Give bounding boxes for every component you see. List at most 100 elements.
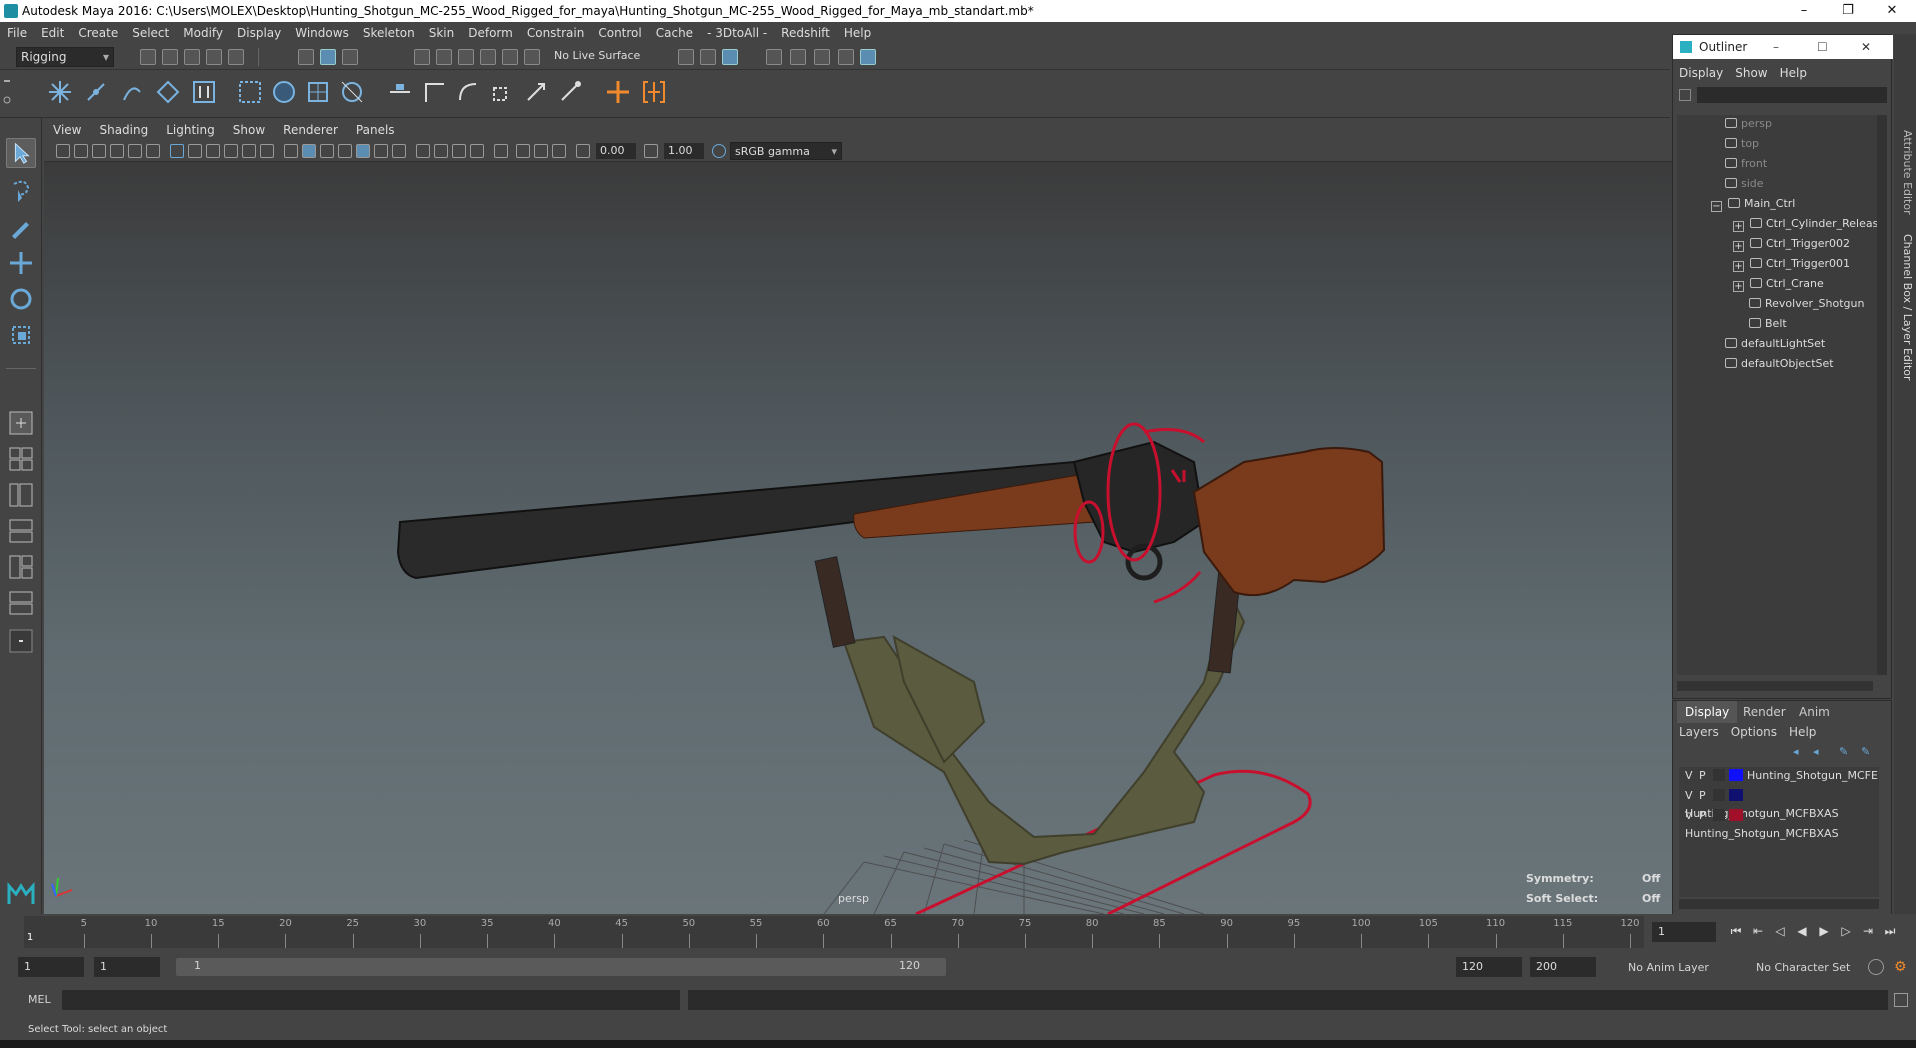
auto-key-icon[interactable] bbox=[1868, 959, 1884, 975]
shadows-icon[interactable] bbox=[392, 144, 406, 158]
outliner-menu-help[interactable]: Help bbox=[1774, 63, 1813, 83]
outliner-item[interactable]: + Ctrl_Trigger001 bbox=[1733, 255, 1850, 273]
character-set-dropdown[interactable]: No Character Set bbox=[1756, 961, 1850, 974]
save-scene-icon[interactable] bbox=[184, 49, 200, 65]
step-forward-key-icon[interactable]: ⇥ bbox=[1860, 924, 1876, 940]
menu-cache[interactable]: Cache bbox=[649, 22, 700, 44]
outliner-item[interactable]: side bbox=[1725, 175, 1764, 193]
orient-constraint-icon[interactable] bbox=[454, 78, 482, 106]
outliner-item[interactable]: Revolver_Shotgun bbox=[1749, 295, 1864, 313]
move-layer-down-icon[interactable]: ◂ bbox=[1813, 745, 1819, 758]
color-management-icon[interactable] bbox=[712, 144, 726, 158]
lasso-tool-icon[interactable] bbox=[6, 176, 36, 206]
layout-options-icon[interactable] bbox=[6, 626, 36, 656]
grid-icon[interactable] bbox=[170, 144, 184, 158]
resolution-gate-icon[interactable] bbox=[206, 144, 220, 158]
outliner-menu-display[interactable]: Display bbox=[1673, 63, 1729, 83]
parent-constraint-icon[interactable] bbox=[522, 78, 550, 106]
outliner-filter-icon[interactable] bbox=[1679, 89, 1691, 101]
outliner-expand-toggle[interactable]: + bbox=[1733, 221, 1744, 232]
select-object-icon[interactable] bbox=[320, 49, 336, 65]
menu-deform[interactable]: Deform bbox=[461, 22, 520, 44]
move-tool-icon[interactable] bbox=[6, 248, 36, 278]
scale-tool-icon[interactable] bbox=[6, 320, 36, 350]
play-forwards-icon[interactable]: ▶ bbox=[1816, 924, 1832, 940]
tab-render-layers[interactable]: Render bbox=[1735, 701, 1794, 723]
command-input[interactable] bbox=[62, 990, 680, 1010]
step-back-key-icon[interactable]: ⇤ bbox=[1750, 924, 1766, 940]
outliner-maximize-button[interactable]: ☐ bbox=[1817, 35, 1828, 59]
open-scene-icon[interactable] bbox=[162, 49, 178, 65]
xray-icon[interactable] bbox=[516, 144, 530, 158]
joint-tool-icon[interactable] bbox=[46, 78, 74, 106]
outliner-item[interactable]: defaultLightSet bbox=[1725, 335, 1825, 353]
sculpt-deformer-icon[interactable] bbox=[338, 78, 366, 106]
layer-type-box[interactable] bbox=[1713, 789, 1725, 801]
time-slider-track[interactable]: 5 10 15 20 25 30 35 40 45 50 55 60 65 70 75 80 85 90 95 100… bbox=[24, 916, 1644, 948]
layer-visibility-toggle[interactable]: V bbox=[1685, 787, 1699, 805]
outliner-item[interactable]: defaultObjectSet bbox=[1725, 355, 1834, 373]
playback-start-field[interactable]: 1 bbox=[94, 957, 160, 977]
panel-menu-show[interactable]: Show bbox=[224, 120, 274, 140]
bind-skin-icon[interactable] bbox=[154, 78, 182, 106]
pole-vector-icon[interactable] bbox=[556, 78, 584, 106]
step-back-frame-icon[interactable]: ◁ bbox=[1772, 924, 1788, 940]
perspective-viewport[interactable]: persp Symmetry: Off Soft Select: Off bbox=[44, 162, 1672, 914]
screen-space-ao-icon[interactable] bbox=[416, 144, 430, 158]
layer-playback-toggle[interactable]: P bbox=[1699, 807, 1713, 825]
menu-edit[interactable]: Edit bbox=[34, 22, 71, 44]
layer-visibility-toggle[interactable]: V bbox=[1685, 767, 1699, 785]
anti-aliasing-icon[interactable] bbox=[452, 144, 466, 158]
select-hierarchy-icon[interactable] bbox=[298, 49, 314, 65]
image-plane-icon[interactable] bbox=[110, 144, 124, 158]
paint-weights-icon[interactable] bbox=[190, 78, 218, 106]
wireframe-icon[interactable] bbox=[284, 144, 298, 158]
isolate-select-icon[interactable] bbox=[494, 144, 508, 158]
aim-constraint-icon[interactable] bbox=[420, 78, 448, 106]
belt-strap[interactable] bbox=[842, 589, 1246, 866]
menuset-dropdown[interactable]: Rigging bbox=[16, 47, 114, 67]
go-to-end-icon[interactable]: ⏭ bbox=[1882, 924, 1898, 940]
attribute-editor-tab[interactable]: Attribute Editor bbox=[1896, 130, 1914, 215]
make-live-icon[interactable] bbox=[524, 49, 540, 65]
outliner-item[interactable]: front bbox=[1725, 155, 1767, 173]
layer-name[interactable]: Hunting_Shotgun_MCFBXAS bbox=[1685, 827, 1839, 840]
locator-icon[interactable] bbox=[604, 78, 632, 106]
outliner-item[interactable]: + Ctrl_Trigger002 bbox=[1733, 235, 1850, 253]
outliner-horizontal-scrollbar[interactable] bbox=[1677, 681, 1873, 691]
close-button[interactable]: ✕ bbox=[1870, 0, 1914, 22]
panel-menu-shading[interactable]: Shading bbox=[90, 120, 157, 140]
menu-select[interactable]: Select bbox=[125, 22, 176, 44]
maximize-button[interactable]: ❐ bbox=[1826, 0, 1870, 22]
outliner-expand-toggle[interactable]: + bbox=[1733, 241, 1744, 252]
playback-end-field[interactable]: 120 bbox=[1456, 957, 1522, 977]
revolver-cylinder[interactable] bbox=[1072, 440, 1206, 554]
snap-point-icon[interactable] bbox=[458, 49, 474, 65]
single-perspective-layout-icon[interactable] bbox=[6, 408, 36, 438]
preferences-icon[interactable]: ⚙ bbox=[1894, 959, 1910, 975]
default-material-icon[interactable] bbox=[320, 144, 334, 158]
menu-constrain[interactable]: Constrain bbox=[520, 22, 592, 44]
xray-components-icon[interactable] bbox=[552, 144, 566, 158]
play-backwards-icon[interactable]: ◀ bbox=[1794, 924, 1810, 940]
film-gate-icon[interactable] bbox=[188, 144, 202, 158]
safe-action-icon[interactable] bbox=[260, 144, 274, 158]
step-forward-frame-icon[interactable]: ▷ bbox=[1838, 924, 1854, 940]
outliner-close-button[interactable]: ✕ bbox=[1861, 35, 1871, 59]
layer-visibility-toggle[interactable]: V bbox=[1685, 807, 1699, 825]
use-all-lights-icon[interactable] bbox=[374, 144, 388, 158]
menu-skin[interactable]: Skin bbox=[422, 22, 462, 44]
redo-icon[interactable] bbox=[228, 49, 244, 65]
start-time-field[interactable]: 1 bbox=[18, 957, 84, 977]
layer-color-swatch[interactable] bbox=[1729, 769, 1743, 781]
menu-control[interactable]: Control bbox=[591, 22, 648, 44]
point-constraint-icon[interactable] bbox=[386, 78, 414, 106]
output-ops-icon[interactable] bbox=[700, 49, 716, 65]
exposure-field[interactable]: 0.00 bbox=[596, 143, 636, 159]
layer-type-box[interactable] bbox=[1713, 809, 1725, 821]
input-ops-icon[interactable] bbox=[678, 49, 694, 65]
menu-redshift[interactable]: Redshift bbox=[774, 22, 837, 44]
butt-stock[interactable] bbox=[1192, 447, 1386, 597]
textured-icon[interactable] bbox=[356, 144, 370, 158]
ipr-render-icon[interactable] bbox=[814, 49, 830, 65]
